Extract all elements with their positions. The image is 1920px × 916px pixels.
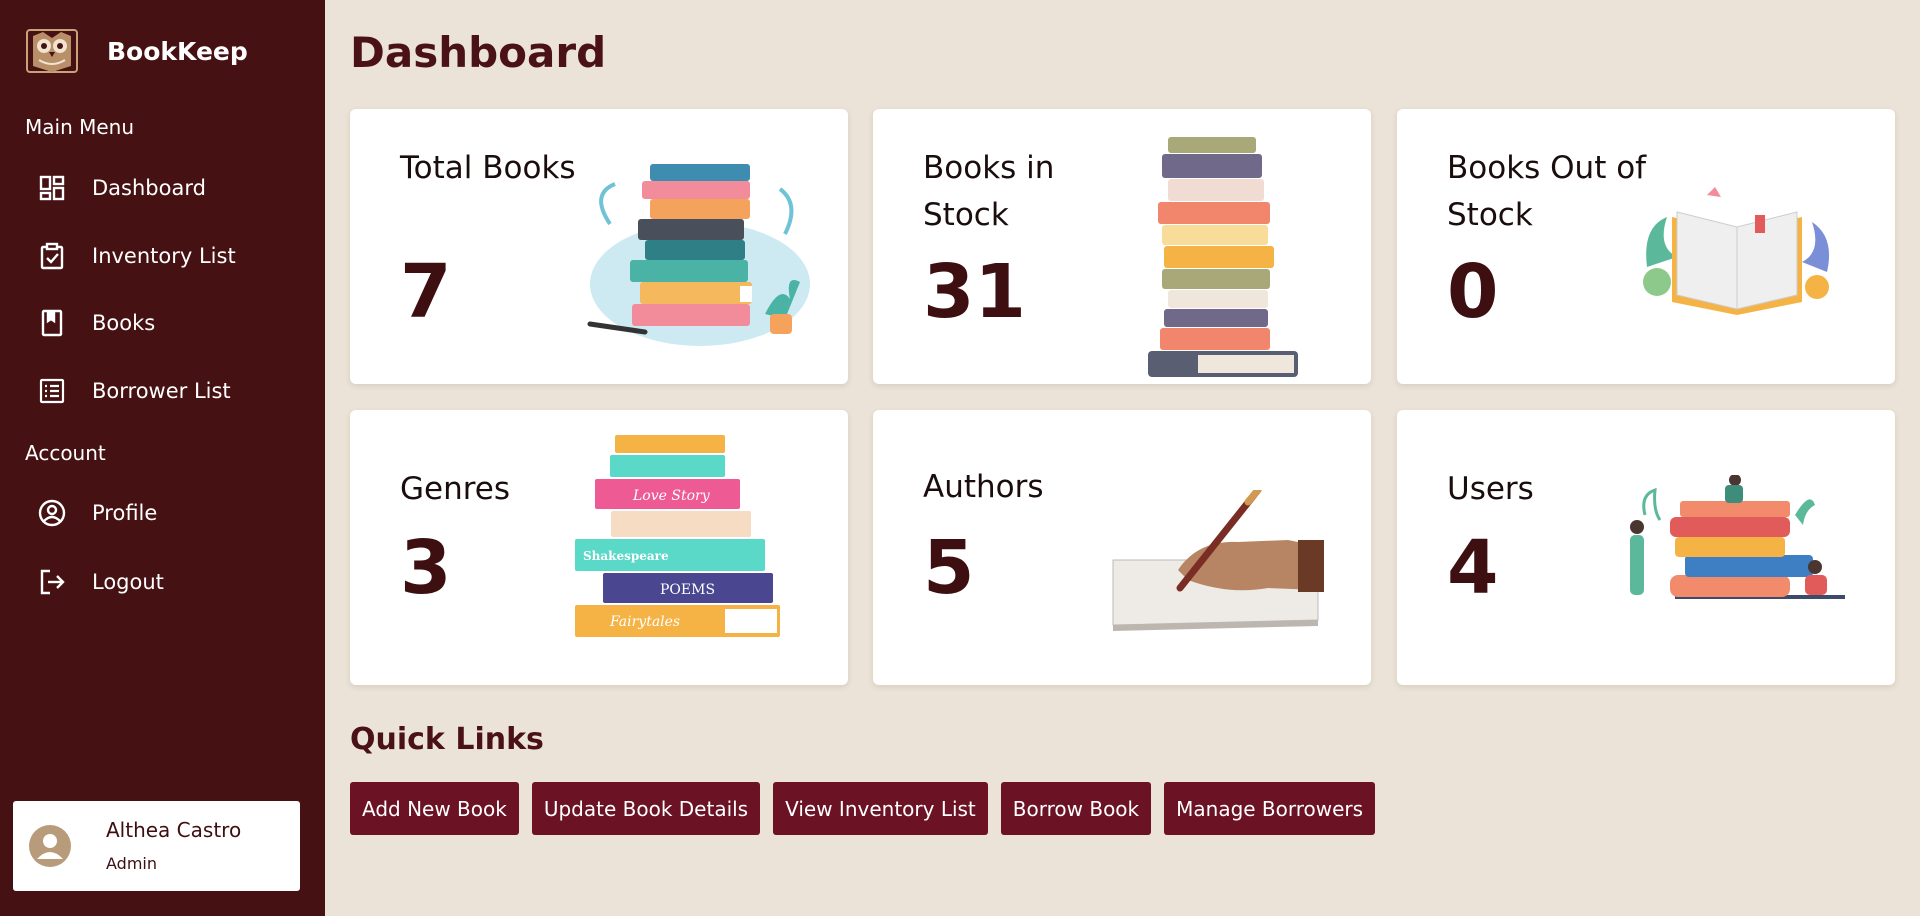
stat-value: 5	[923, 525, 975, 611]
reading-people-illustration	[1630, 475, 1845, 599]
logout-icon	[38, 568, 66, 596]
stat-card-total-books[interactable]: Total Books 7	[350, 109, 848, 384]
stat-value: 7	[400, 249, 452, 335]
stat-card-genres[interactable]: Genres 3 Love Story Shakespeare POEMS Fa…	[350, 410, 848, 685]
list-icon	[38, 377, 66, 405]
sidebar-item-inventory-list[interactable]: Inventory List	[38, 236, 236, 276]
book-stack-illustration	[1148, 137, 1298, 377]
sidebar-item-logout[interactable]: Logout	[38, 562, 164, 602]
user-circle-icon	[38, 499, 66, 527]
stat-card-authors[interactable]: Authors 5	[873, 410, 1371, 685]
stat-value: 31	[923, 249, 1026, 335]
user-card[interactable]: Althea Castro Admin	[13, 801, 300, 891]
sidebar-item-dashboard[interactable]: Dashboard	[38, 168, 206, 208]
stat-value: 0	[1447, 249, 1499, 335]
spine-love-story: Love Story	[632, 488, 711, 504]
page-title: Dashboard	[350, 28, 607, 77]
sidebar-item-label: Books	[92, 311, 156, 335]
open-book-illustration	[1643, 187, 1830, 315]
owl-logo-icon	[26, 29, 78, 73]
avatar	[29, 825, 71, 867]
add-new-book-button[interactable]: Add New Book	[350, 782, 519, 835]
quick-links-title: Quick Links	[350, 722, 544, 757]
stat-value: 3	[400, 525, 452, 611]
main-menu-label: Main Menu	[25, 115, 135, 139]
sidebar: BookKeep Main Menu Dashboard Inventory L…	[0, 0, 325, 916]
account-label: Account	[25, 441, 106, 465]
manage-borrowers-button[interactable]: Manage Borrowers	[1164, 782, 1376, 835]
sidebar-item-profile[interactable]: Profile	[38, 493, 157, 533]
stat-label: Books in Stock	[923, 150, 1055, 233]
dashboard-icon	[38, 174, 66, 202]
quick-links-bar: Add New Book Update Book Details View In…	[350, 782, 1376, 835]
spine-fairytales: Fairytales	[609, 614, 680, 630]
stat-label: Genres	[400, 471, 511, 507]
stat-label: Users	[1447, 471, 1534, 507]
brand[interactable]: BookKeep	[25, 26, 248, 76]
book-icon	[38, 309, 66, 337]
book-pile-illustration	[587, 164, 810, 346]
view-inventory-list-button[interactable]: View Inventory List	[773, 782, 988, 835]
update-book-details-button[interactable]: Update Book Details	[531, 782, 761, 835]
sidebar-item-books[interactable]: Books	[38, 303, 155, 343]
sidebar-item-label: Logout	[92, 570, 164, 594]
app-name: BookKeep	[107, 36, 248, 66]
stat-card-books-in-stock[interactable]: Books in Stock 31	[873, 109, 1371, 384]
sidebar-item-borrower-list[interactable]: Borrower List	[38, 371, 231, 411]
spine-poems: POEMS	[660, 582, 715, 598]
stat-value: 4	[1447, 525, 1499, 611]
stat-card-users[interactable]: Users 4	[1397, 410, 1895, 685]
sidebar-item-label: Profile	[92, 501, 158, 525]
genre-books-illustration: Love Story Shakespeare POEMS Fairytales	[575, 435, 780, 637]
spine-shakespeare: Shakespeare	[583, 549, 669, 563]
stat-card-books-out-of-stock[interactable]: Books Out of Stock 0	[1397, 109, 1895, 384]
user-name: Althea Castro	[106, 818, 242, 842]
sidebar-item-label: Dashboard	[92, 176, 206, 200]
clipboard-check-icon	[38, 242, 66, 270]
sidebar-item-label: Inventory List	[92, 244, 236, 268]
sidebar-item-label: Borrower List	[92, 379, 231, 403]
stat-label: Books Out of Stock	[1447, 150, 1647, 233]
writing-hand-illustration	[1112, 490, 1324, 631]
stat-label: Authors	[923, 469, 1044, 505]
user-role: Admin	[106, 854, 157, 873]
borrow-book-button[interactable]: Borrow Book	[1000, 782, 1152, 835]
